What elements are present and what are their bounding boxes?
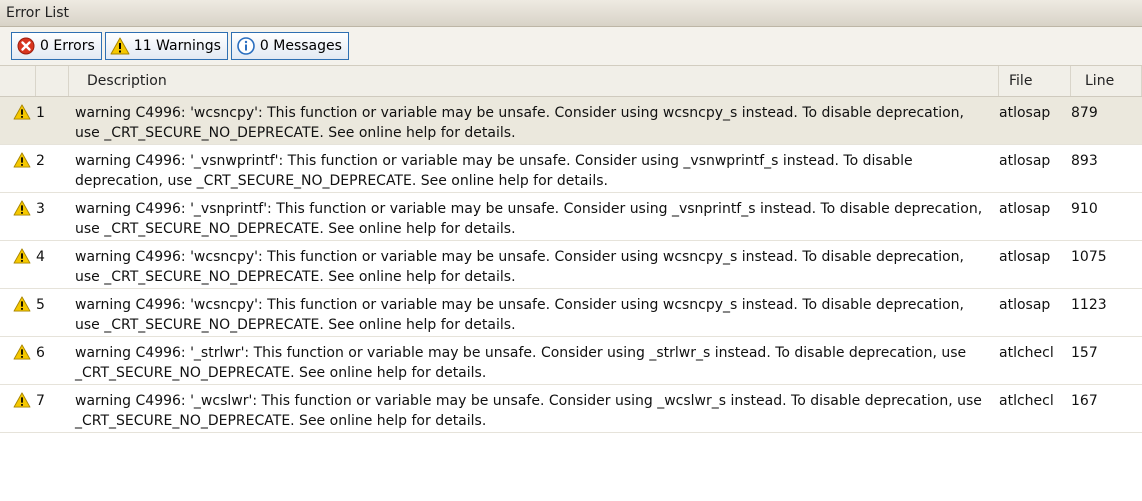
row-number: 2 — [36, 153, 45, 169]
row-line: 1075 — [1071, 249, 1107, 265]
row-line: 879 — [1071, 105, 1098, 121]
row-number: 5 — [36, 297, 45, 313]
warning-icon — [0, 193, 36, 240]
row-description: warning C4996: '_wcslwr': This function … — [75, 393, 982, 429]
table-row[interactable]: 6 warning C4996: '_strlwr': This function… — [0, 337, 1142, 385]
column-header-row: Description File Line — [0, 66, 1142, 97]
column-header-line[interactable]: Line — [1071, 66, 1142, 96]
table-row[interactable]: 3 warning C4996: '_vsnprintf': This funct… — [0, 193, 1142, 241]
column-header-icon[interactable] — [0, 66, 36, 96]
row-file: atlosap — [999, 249, 1051, 265]
warning-icon — [0, 385, 36, 432]
filter-toolbar: 0 Errors 11 Warnings 0 Messages — [0, 27, 1142, 66]
row-line: 157 — [1071, 345, 1098, 361]
warning-icon — [0, 97, 36, 144]
row-file: atlosap — [999, 297, 1051, 313]
row-file: atlchecl — [999, 393, 1054, 409]
row-description: warning C4996: '_strlwr': This function … — [75, 345, 967, 381]
row-line: 910 — [1071, 201, 1098, 217]
column-header-file[interactable]: File — [999, 66, 1071, 96]
panel-title: Error List — [0, 0, 1142, 27]
row-description: warning C4996: 'wcsncpy': This function … — [75, 297, 964, 333]
row-file: atlosap — [999, 153, 1051, 169]
column-header-description[interactable]: Description — [69, 66, 999, 96]
warnings-filter-button[interactable]: 11 Warnings — [104, 32, 228, 60]
row-number: 4 — [36, 249, 45, 265]
table-row[interactable]: 7 warning C4996: '_wcslwr': This function… — [0, 385, 1142, 433]
row-line: 1123 — [1071, 297, 1107, 313]
row-line: 167 — [1071, 393, 1098, 409]
table-row[interactable]: 4 warning C4996: 'wcsncpy': This function… — [0, 241, 1142, 289]
table-row[interactable]: 1 warning C4996: 'wcsncpy': This function… — [0, 97, 1142, 145]
error-list-grid: Description File Line 1 warning C4996: 'w… — [0, 66, 1142, 433]
errors-filter-label: 0 Errors — [40, 38, 95, 54]
row-number: 1 — [36, 105, 45, 121]
row-file: atlosap — [999, 105, 1051, 121]
row-description: warning C4996: 'wcsncpy': This function … — [75, 249, 964, 285]
row-number: 3 — [36, 201, 45, 217]
warning-icon — [0, 241, 36, 288]
messages-filter-label: 0 Messages — [259, 38, 342, 54]
row-description: warning C4996: '_vsnwprintf': This funct… — [75, 153, 913, 189]
warning-icon — [0, 289, 36, 336]
row-description: warning C4996: 'wcsncpy': This function … — [75, 105, 964, 141]
warning-icon — [110, 36, 130, 56]
table-row[interactable]: 2 warning C4996: '_vsnwprintf': This func… — [0, 145, 1142, 193]
warning-icon — [0, 337, 36, 384]
row-file: atlchecl — [999, 345, 1054, 361]
warning-icon — [0, 145, 36, 192]
row-description: warning C4996: '_vsnprintf': This functi… — [75, 201, 983, 237]
error-icon — [16, 36, 36, 56]
column-header-number[interactable] — [36, 66, 69, 96]
errors-filter-button[interactable]: 0 Errors — [11, 32, 102, 60]
warnings-filter-label: 11 Warnings — [133, 38, 221, 54]
table-row[interactable]: 5 warning C4996: 'wcsncpy': This function… — [0, 289, 1142, 337]
messages-filter-button[interactable]: 0 Messages — [230, 32, 349, 60]
row-file: atlosap — [999, 201, 1051, 217]
row-number: 7 — [36, 393, 45, 409]
info-icon — [236, 36, 256, 56]
row-line: 893 — [1071, 153, 1098, 169]
row-number: 6 — [36, 345, 45, 361]
